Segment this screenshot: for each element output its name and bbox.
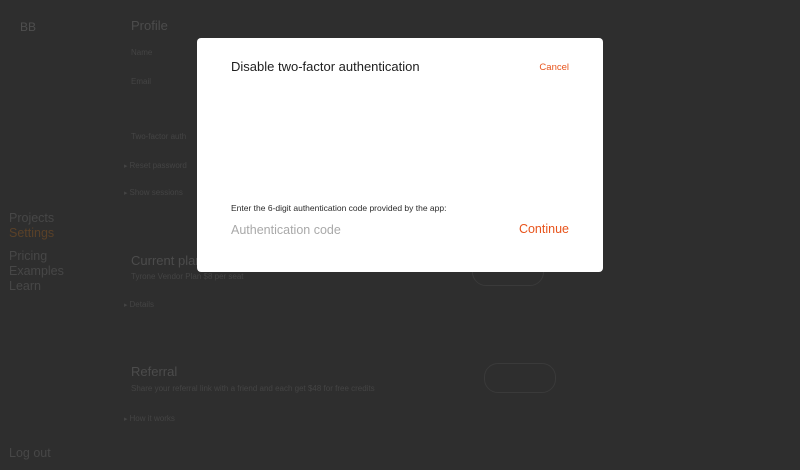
show-sessions-link[interactable]: Show sessions	[124, 188, 183, 197]
sidebar-item-projects[interactable]: Projects	[9, 211, 54, 226]
referral-copy-button[interactable]	[484, 363, 556, 393]
sidebar-item-settings[interactable]: Settings	[9, 226, 54, 241]
two-factor-label: Two-factor auth	[131, 132, 187, 141]
cancel-button[interactable]: Cancel	[539, 62, 569, 73]
how-it-works-link[interactable]: How it works	[124, 414, 175, 423]
profile-title: Profile	[131, 18, 168, 33]
sidebar-item-pricing[interactable]: Pricing	[9, 249, 47, 264]
authentication-code-input[interactable]	[231, 220, 471, 240]
email-label: Email	[131, 77, 152, 86]
referral-title: Referral	[131, 364, 178, 379]
referral-description: Share your referral link with a friend a…	[131, 384, 375, 393]
name-label: Name	[131, 48, 153, 57]
current-plan-description: Tyrone Vendor Plan $8 per seat	[131, 272, 244, 281]
plan-details-link[interactable]: Details	[124, 300, 154, 309]
continue-button[interactable]: Continue	[519, 222, 569, 236]
sidebar-item-learn[interactable]: Learn	[9, 279, 41, 294]
reset-password-link[interactable]: Reset password	[124, 161, 187, 170]
sidebar-item-examples[interactable]: Examples	[9, 264, 64, 279]
modal-title: Disable two-factor authentication	[231, 59, 420, 74]
logout-link[interactable]: Log out	[9, 446, 51, 461]
disable-2fa-modal: Disable two-factor authentication Cancel…	[197, 38, 603, 272]
avatar[interactable]: BB	[20, 20, 36, 34]
code-instruction: Enter the 6-digit authentication code pr…	[231, 203, 447, 213]
current-plan-title: Current plan	[131, 253, 203, 268]
